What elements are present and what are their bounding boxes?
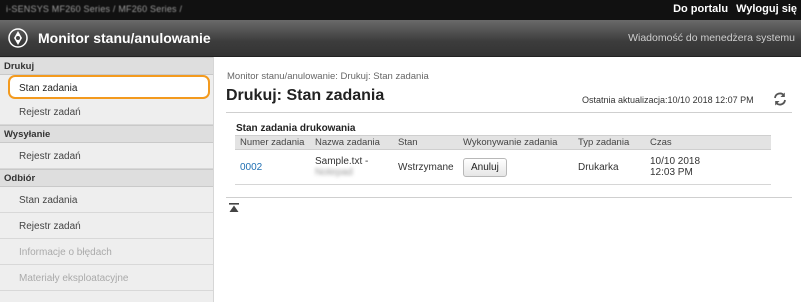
sidebar-item-receive-job-status[interactable]: Stan zadania: [0, 187, 213, 213]
sidebar-heading-receive: Odbiór: [0, 169, 213, 187]
cancel-button[interactable]: Anuluj: [463, 157, 507, 177]
top-links: Do portalu Wyloguj się: [673, 3, 797, 15]
job-name: Sample.txt -: [315, 156, 369, 167]
column-header-time: Czas: [645, 135, 771, 150]
divider: [226, 197, 792, 198]
column-header-status: Stan: [393, 135, 458, 150]
section-title: Stan zadania drukowania: [236, 123, 356, 134]
job-name-app: Notepad: [315, 167, 353, 178]
job-type-cell: Drukarka: [573, 149, 645, 185]
sidebar-heading-print: Drukuj: [0, 57, 213, 75]
job-time-cell: 10/10 2018 12:03 PM: [645, 149, 771, 185]
sidebar-item-print-job-log[interactable]: Rejestr zadań: [0, 99, 213, 125]
job-status-cell: Wstrzymane: [393, 149, 458, 185]
sidebar: Drukuj Stan zadania Rejestr zadań Wysyła…: [0, 57, 214, 302]
app-title: Monitor stanu/anulowanie: [38, 30, 211, 46]
table-row: 0002 Sample.txt - Notepad Wstrzymane Anu…: [235, 149, 771, 185]
job-number-cell: 0002: [235, 149, 310, 185]
sidebar-item-print-job-status[interactable]: Stan zadania: [8, 75, 210, 99]
sidebar-heading-send: Wysyłanie: [0, 125, 213, 143]
table-header-row: Numer zadania Nazwa zadania Stan Wykonyw…: [235, 135, 771, 150]
refresh-icon[interactable]: [772, 91, 788, 107]
sidebar-item-consumables[interactable]: Materiały eksploatacyjne: [0, 265, 213, 291]
column-header-job-number: Numer zadania: [235, 135, 310, 150]
back-to-top-icon[interactable]: [229, 203, 239, 213]
job-time: 12:03 PM: [650, 167, 693, 178]
last-updated-text: Ostatnia aktualizacja:10/10 2018 12:07 P…: [582, 95, 754, 105]
column-header-job-name: Nazwa zadania: [310, 135, 393, 150]
message-to-admin-link[interactable]: Wiadomość do menedżera systemu: [628, 32, 795, 44]
column-header-job-type: Typ zadania: [573, 135, 645, 150]
sidebar-item-send-job-log[interactable]: Rejestr zadań: [0, 143, 213, 169]
job-date: 10/10 2018: [650, 156, 701, 167]
portal-link[interactable]: Do portalu: [673, 3, 728, 15]
job-name-cell: Sample.txt - Notepad: [310, 149, 393, 185]
main-content: Monitor stanu/anulowanie: Drukuj: Stan z…: [222, 57, 801, 302]
job-number-link[interactable]: 0002: [240, 162, 262, 173]
column-header-job-action: Wykonywanie zadania: [458, 135, 573, 150]
device-name: i-SENSYS MF260 Series / MF260 Series /: [6, 4, 183, 14]
logout-link[interactable]: Wyloguj się: [736, 3, 797, 15]
page-title: Drukuj: Stan zadania: [226, 87, 385, 104]
sidebar-item-error-info[interactable]: Informacje o błędach: [0, 239, 213, 265]
job-action-cell: Anuluj: [458, 149, 573, 185]
top-bar: i-SENSYS MF260 Series / MF260 Series / D…: [0, 0, 801, 20]
breadcrumb: Monitor stanu/anulowanie: Drukuj: Stan z…: [227, 71, 429, 82]
monitor-logo-icon: [8, 28, 28, 48]
print-job-table: Numer zadania Nazwa zadania Stan Wykonyw…: [235, 135, 771, 185]
divider: [226, 112, 792, 113]
title-bar: Monitor stanu/anulowanie Wiadomość do me…: [0, 20, 801, 57]
sidebar-item-receive-job-log[interactable]: Rejestr zadań: [0, 213, 213, 239]
